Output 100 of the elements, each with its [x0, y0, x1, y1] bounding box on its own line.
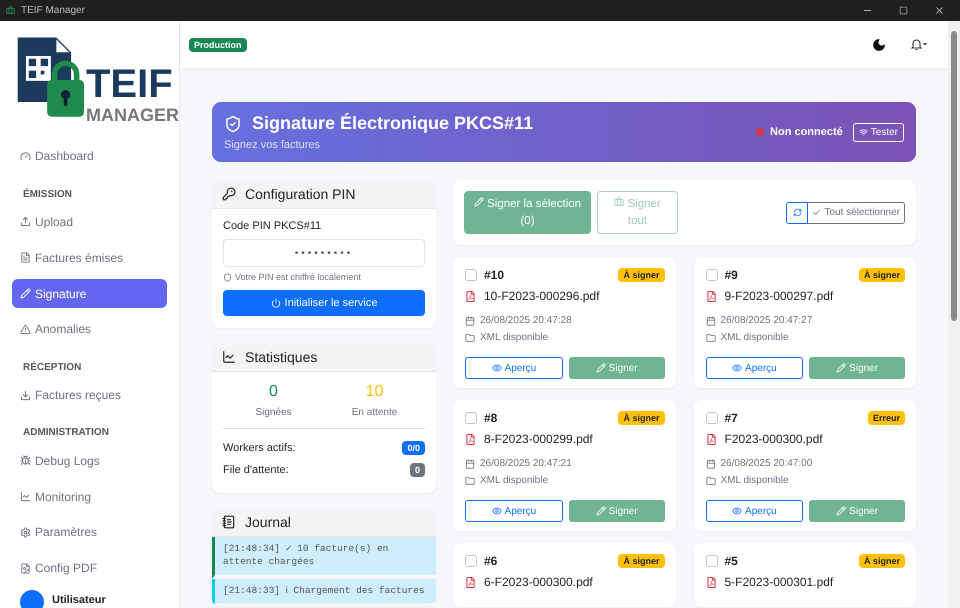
preview-button[interactable]: Aperçu [706, 357, 804, 379]
status-badge: À signer [858, 554, 905, 568]
nav-item[interactable]: Paramètres [12, 517, 167, 548]
sign-selection-button[interactable]: Signer la sélection (0) [464, 191, 591, 234]
invoice-number: #6 [484, 554, 498, 568]
invoice-number: #9 [724, 268, 739, 282]
line-chart-icon [222, 350, 236, 364]
nav-item[interactable]: Anomalies [12, 314, 167, 344]
logo-title: TEIF [86, 64, 174, 104]
stat-label: Signées [255, 407, 292, 418]
maximize-icon[interactable] [898, 6, 908, 15]
nav-section-heading: ÉMISSION [22, 187, 73, 202]
nav-item[interactable]: Signature [12, 278, 167, 308]
connection-status: Non connecté [770, 126, 843, 138]
moon-icon[interactable] [872, 38, 886, 52]
log-entry: [21:48:33] ℹ Chargement des factures [212, 578, 436, 607]
notification-bell-icon[interactable] [910, 38, 928, 51]
folder-icon [706, 332, 716, 342]
checkbox[interactable] [706, 412, 718, 424]
pencil-icon [596, 506, 606, 516]
nav-item[interactable]: Config PDF [12, 553, 167, 584]
field-label: Code PIN PKCS#11 [223, 220, 322, 232]
refresh-icon [792, 208, 802, 217]
eye-icon [492, 363, 502, 373]
checkbox[interactable] [465, 269, 477, 281]
nav-item[interactable]: Dashboard [12, 141, 167, 172]
shield-icon [223, 272, 232, 282]
nav-item[interactable]: Factures reçues [12, 380, 167, 410]
banner-subtitle: Signez vos factures [224, 139, 321, 151]
invoice-date: 26/08/2025 20:47:21 [480, 458, 572, 469]
status-badge: À signer [618, 411, 664, 425]
nav-item[interactable]: Debug Logs [12, 446, 167, 476]
folder-icon [465, 332, 475, 342]
pin-hint: Votre PIN est chiffré localement [235, 272, 361, 282]
banner-title: Signature Électronique PKCS#11 [252, 113, 534, 134]
file-name: 8-F2023-000299.pdf [484, 432, 593, 446]
logo-subtitle: MANAGER [86, 106, 179, 124]
close-icon[interactable] [934, 5, 944, 16]
invoice-date: 26/08/2025 20:47:27 [720, 315, 812, 326]
test-button[interactable]: Tester [852, 122, 904, 142]
user-avatar [20, 590, 44, 608]
xml-status: XML disponible [480, 475, 548, 486]
sign-button[interactable]: Signer [809, 500, 905, 522]
pdf-file-icon [465, 576, 476, 588]
stat-row-label: Workers actifs: [223, 442, 296, 454]
status-badge: Erreur [868, 411, 905, 425]
log-entry: [21:48:34] ✓ 10 facture(s) en attente chargées [212, 537, 436, 579]
pencil-icon [20, 288, 31, 300]
sign-button[interactable]: Signer [568, 500, 664, 522]
initialize-button[interactable]: Initialiser le service [223, 290, 425, 316]
user-name: Utilisateur [52, 594, 106, 606]
pdf-file-icon [706, 576, 716, 588]
nav-item[interactable]: Factures émises [12, 242, 167, 273]
file-name: 10-F2023-000296.pdf [484, 289, 600, 303]
stat-value: 10 [366, 383, 384, 401]
warning-icon [20, 324, 31, 335]
panel-title: Configuration PIN [245, 186, 356, 202]
preview-button[interactable]: Aperçu [465, 500, 563, 522]
nav-section-heading: ADMINISTRATION [22, 426, 110, 440]
folder-icon [465, 476, 475, 486]
nav-section-heading: RÉCEPTION [22, 360, 82, 375]
status-badge: À signer [858, 268, 905, 282]
folder-icon [706, 476, 716, 486]
invoice-number: #8 [484, 411, 498, 425]
briefcase-icon [614, 196, 624, 207]
download-icon [20, 390, 31, 401]
pencil-icon [596, 363, 606, 373]
pencil-icon [836, 363, 846, 373]
eye-icon [492, 506, 502, 516]
shield-icon [224, 114, 242, 132]
refresh-button[interactable] [786, 202, 808, 224]
preview-button[interactable]: Aperçu [706, 500, 804, 522]
nav-item[interactable]: Monitoring [12, 482, 167, 512]
check-icon [812, 208, 822, 217]
invoice-number: #7 [724, 411, 739, 425]
select-all-button[interactable]: Tout sélectionner [808, 202, 905, 224]
scrollbar[interactable] [948, 21, 960, 608]
nav-item[interactable]: Upload [12, 207, 167, 237]
upload-icon [20, 216, 31, 228]
checkbox[interactable] [465, 412, 477, 424]
sign-button[interactable]: Signer [809, 357, 905, 379]
file-name: 9-F2023-000297.pdf [724, 289, 834, 303]
count-badge: 0/0 [402, 441, 425, 455]
document-icon [20, 252, 31, 264]
checkbox[interactable] [706, 555, 718, 567]
status-badge: À signer [618, 554, 664, 568]
file-name: F2023-000300.pdf [724, 432, 823, 446]
calendar-icon [706, 458, 716, 468]
file-name: 6-F2023-000300.pdf [484, 575, 593, 589]
pin-input-field[interactable]: ••••••••• [223, 239, 425, 267]
wifi-icon [858, 128, 868, 136]
preview-button[interactable]: Aperçu [465, 357, 563, 379]
pdf-file-icon [706, 434, 716, 444]
panel-title: Journal [245, 514, 291, 530]
checkbox[interactable] [706, 269, 718, 281]
file-name: 5-F2023-000301.pdf [724, 575, 834, 589]
invoice-date: 26/08/2025 20:47:00 [720, 458, 812, 469]
checkbox[interactable] [465, 555, 477, 567]
environment-badge: Production [189, 38, 246, 52]
sign-button[interactable]: Signer [568, 357, 664, 379]
